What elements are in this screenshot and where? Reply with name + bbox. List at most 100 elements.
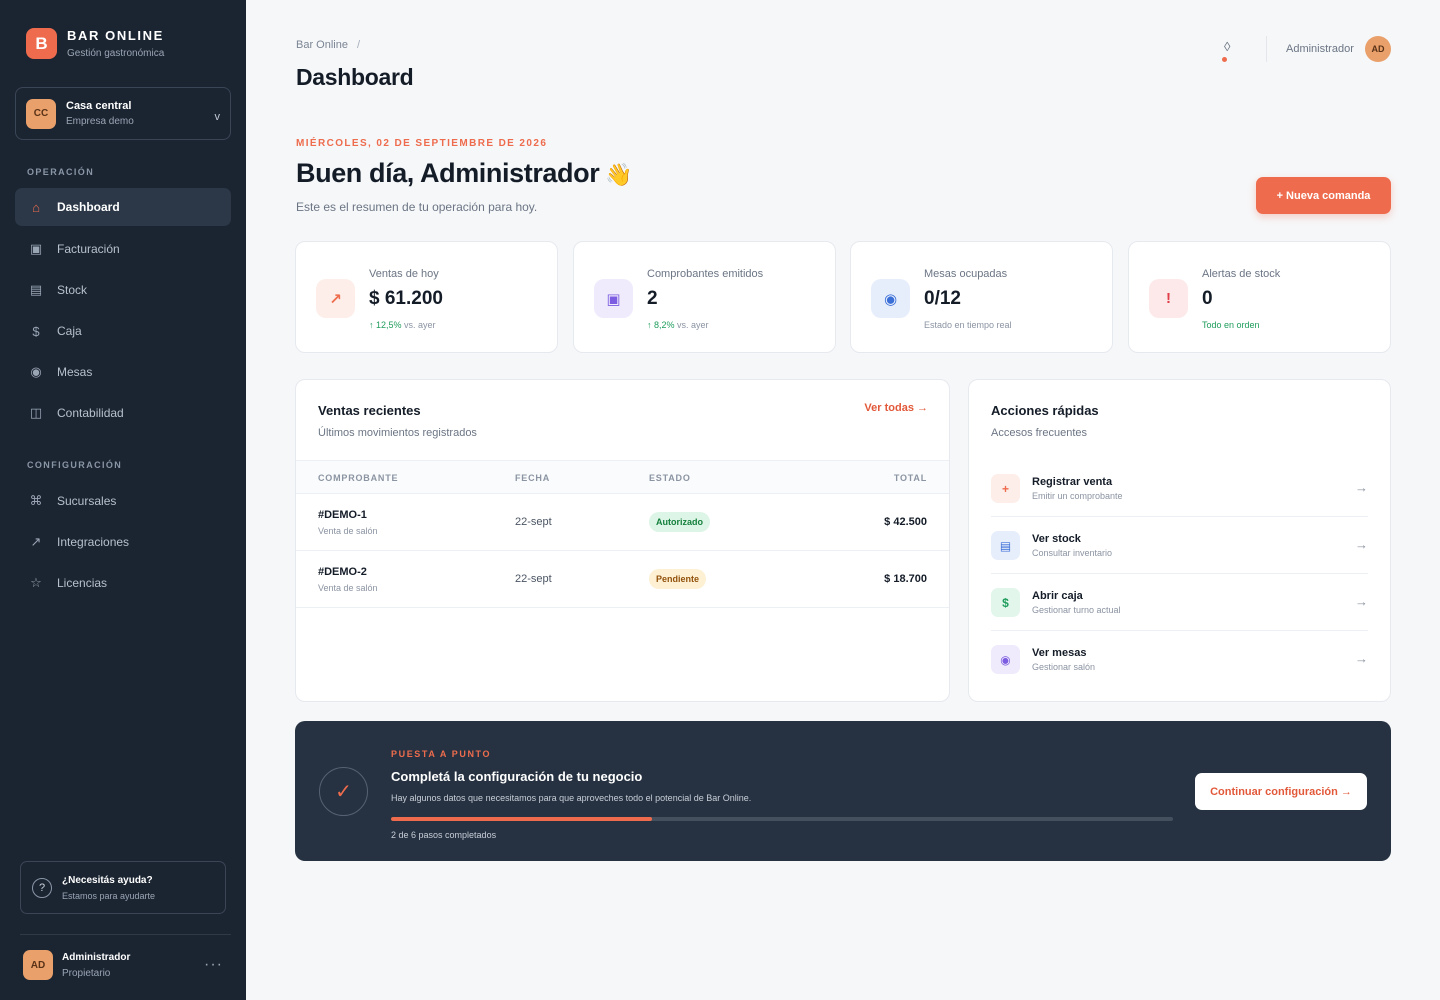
quick-action-subtitle: Emitir un comprobante [1032, 491, 1123, 501]
sidebar-divider [20, 934, 231, 935]
sidebar-item-caja[interactable]: $ Caja [15, 312, 231, 350]
sidebar-item-facturacion[interactable]: ▣ Facturación [15, 230, 231, 268]
quick-action-item[interactable]: $ Abrir caja Gestionar turno actual → [991, 574, 1368, 631]
sidebar-item-label: Licencias [57, 576, 108, 590]
notifications-button[interactable]: ◊ [1222, 38, 1242, 62]
quick-action-subtitle: Gestionar turno actual [1032, 605, 1121, 615]
stat-note: Todo en orden [1202, 320, 1260, 330]
command-icon: ⌘ [29, 493, 43, 508]
sidebar-item-label: Contabilidad [57, 406, 124, 420]
company-avatar: CC [26, 98, 56, 129]
chevron-down-icon: v [214, 110, 221, 123]
help-subtitle: Estamos para ayudarte [62, 890, 156, 901]
stat-trend: ↑ 8,2% [647, 320, 675, 330]
invoice-id: #DEMO-1 [318, 509, 367, 521]
setup-banner: ✓ PUESTA A PUNTO Completá la configuraci… [295, 721, 1391, 861]
sidebar-item-sucursales[interactable]: ⌘ Sucursales [15, 482, 231, 520]
sidebar-item-label: Integraciones [57, 535, 130, 549]
greeting-title: Buen día, Administrador 👋 [296, 158, 633, 189]
stat-note-text: Todo en orden [1202, 320, 1260, 330]
invoice-date: 22-sept [515, 516, 552, 528]
continue-setup-button[interactable]: Continuar configuración → [1195, 773, 1367, 810]
stat-note-text: Estado en tiempo real [924, 320, 1012, 330]
new-order-button[interactable]: + Nueva comanda [1256, 177, 1391, 214]
user-role: Propietario [62, 967, 111, 979]
invoice-description: Venta de salón [318, 583, 378, 593]
quick-actions-card: Acciones rápidas Accesos frecuentes + Reg… [968, 379, 1391, 702]
invoice-icon: ▣ [29, 241, 43, 256]
stat-trend: ↑ 12,5% [369, 320, 402, 330]
company-selector[interactable]: CC Casa central Empresa demo v [15, 87, 231, 140]
sidebar-item-licencias[interactable]: ☆ Licencias [15, 564, 231, 602]
arrow-right-icon: → [1355, 537, 1368, 552]
stat-card: ↗ Ventas de hoy $ 61.200 ↑ 12,5% vs. ayer [295, 241, 558, 353]
greeting-text: Buen día, Administrador [296, 158, 600, 188]
help-icon: ? [32, 877, 52, 898]
table-row[interactable]: #DEMO-2 Venta de salón 22-sept Pendiente… [296, 551, 949, 608]
stock-icon: ▤ [29, 282, 43, 297]
recent-sales-title: Ventas recientes [318, 403, 421, 418]
see-all-link[interactable]: Ver todas → [864, 402, 928, 414]
quick-action-item[interactable]: ◉ Ver mesas Gestionar salón → [991, 631, 1368, 688]
quick-actions-subtitle: Accesos frecuentes [991, 427, 1087, 439]
sidebar-item-label: Stock [57, 283, 88, 297]
setup-description: Hay algunos datos que necesitamos para q… [391, 793, 752, 803]
sidebar: B BAR ONLINE Gestión gastronómica CC Cas… [0, 0, 246, 1000]
current-date: MIÉRCOLES, 02 DE SEPTIEMBRE DE 2026 [296, 138, 548, 149]
header-user-name[interactable]: Administrador [1286, 43, 1354, 55]
invoice-description: Venta de salón [318, 526, 378, 536]
notification-icon: ◊ [1224, 39, 1231, 54]
quick-action-item[interactable]: ▤ Ver stock Consultar inventario → [991, 517, 1368, 574]
help-title: ¿Necesitás ayuda? [62, 874, 153, 886]
check-icon: ✓ [319, 767, 368, 816]
table-row[interactable]: #DEMO-1 Venta de salón 22-sept Autorizad… [296, 494, 949, 551]
company-subtitle: Empresa demo [66, 116, 134, 127]
quick-action-title: Registrar venta [1032, 476, 1113, 488]
arrow-right-icon: → [1355, 651, 1368, 666]
section-label-operacion: OPERACIÓN [27, 167, 95, 177]
recent-sales-card: Ventas recientes Últimos movimientos reg… [295, 379, 950, 702]
breadcrumb-separator: / [356, 39, 361, 51]
invoice-total: $ 18.700 [884, 573, 927, 585]
stat-value: 0/12 [924, 288, 961, 309]
sidebar-item-dashboard[interactable]: ⌂ Dashboard [15, 188, 231, 226]
help-card[interactable]: ? ¿Necesitás ayuda? Estamos para ayudart… [20, 861, 226, 914]
sidebar-item-stock[interactable]: ▤ Stock [15, 271, 231, 309]
stat-note-text: vs. ayer [401, 320, 436, 330]
setup-eyebrow: PUESTA A PUNTO [391, 749, 492, 759]
quick-action-title: Ver mesas [1032, 647, 1087, 659]
stat-note: ↑ 8,2% vs. ayer [647, 320, 709, 330]
quick-action-title: Ver stock [1032, 533, 1081, 545]
sidebar-item-integraciones[interactable]: ↗ Integraciones [15, 523, 231, 561]
more-icon[interactable]: ··· [204, 956, 223, 974]
brand-name: BAR ONLINE [67, 28, 164, 43]
column-header: COMPROBANTE [318, 473, 399, 483]
trend-up-icon: ↗ [316, 279, 355, 318]
table-icon: ◉ [871, 279, 910, 318]
breadcrumb: Bar Online / [296, 39, 360, 51]
wave-icon: 👋 [605, 162, 633, 187]
greeting-subtitle: Este es el resumen de tu operación para … [296, 200, 538, 214]
stat-label: Comprobantes emitidos [647, 268, 764, 280]
alert-icon: ! [1149, 279, 1188, 318]
column-header: FECHA [515, 473, 550, 483]
setup-progress-bar [391, 817, 1173, 821]
arrow-right-icon: → [1355, 594, 1368, 609]
avatar: AD [23, 950, 53, 980]
brand[interactable]: B BAR ONLINE Gestión gastronómica [26, 28, 164, 59]
stat-value: 0 [1202, 288, 1213, 309]
quick-action-item[interactable]: + Registrar venta Emitir un comprobante → [991, 460, 1368, 517]
header-divider [1266, 36, 1267, 62]
plus-icon: + [991, 474, 1020, 503]
sidebar-item-contabilidad[interactable]: ◫ Contabilidad [15, 394, 231, 432]
breadcrumb-item[interactable]: Bar Online [296, 39, 348, 51]
avatar[interactable]: AD [1365, 36, 1391, 62]
sidebar-item-label: Facturación [57, 242, 120, 256]
setup-steps: 2 de 6 pasos completados [391, 830, 497, 840]
setup-progress-fill [391, 817, 652, 821]
page-title: Dashboard [296, 64, 414, 90]
arrow-up-right-icon: ↗ [30, 534, 42, 549]
quick-action-subtitle: Consultar inventario [1032, 548, 1113, 558]
stat-label: Alertas de stock [1202, 268, 1281, 280]
sidebar-item-mesas[interactable]: ◉ Mesas [15, 353, 231, 391]
